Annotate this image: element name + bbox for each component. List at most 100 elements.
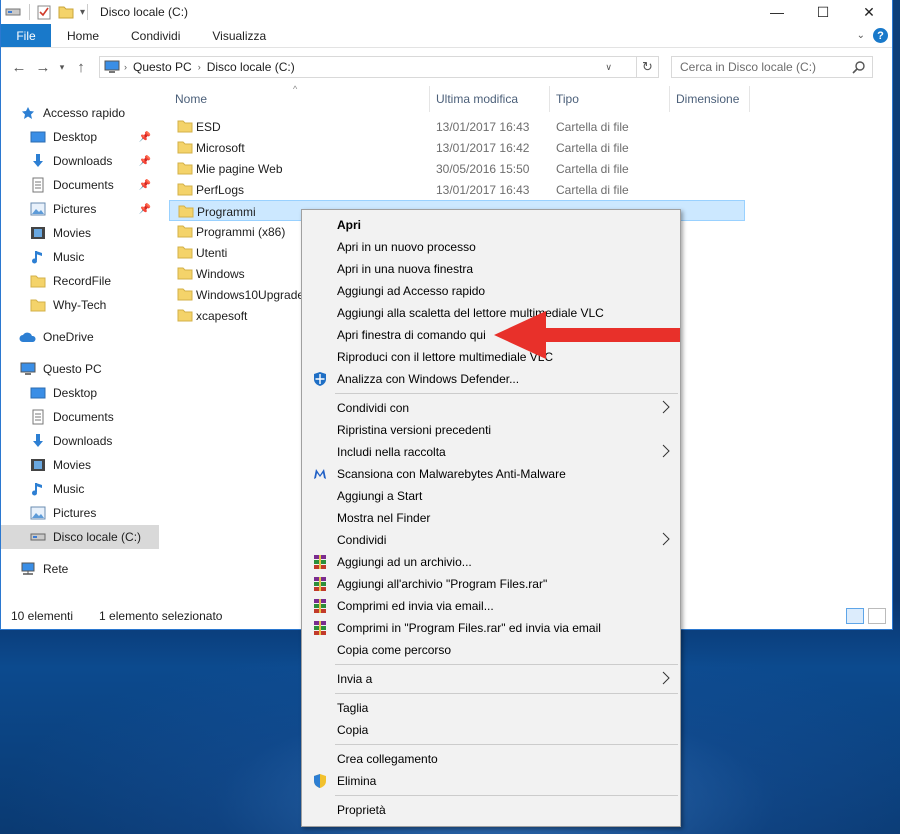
nav-quick-music[interactable]: Music	[1, 245, 159, 269]
column-header-name[interactable]: Nome	[175, 92, 207, 106]
file-type: Cartella di file	[556, 183, 629, 197]
nav-pc-pictures[interactable]: Pictures	[1, 501, 159, 525]
pin-icon[interactable]: 📌	[139, 204, 151, 215]
new-folder-icon[interactable]	[58, 4, 74, 20]
nav-this-pc[interactable]: Questo PC	[1, 357, 159, 381]
nav-pc-music[interactable]: Music	[1, 477, 159, 501]
menu-item-share-with[interactable]: Condividi con	[302, 397, 680, 419]
menu-item-properties[interactable]: Proprietà	[302, 799, 680, 821]
nav-quick-movies[interactable]: Movies	[1, 221, 159, 245]
menu-item-windows-defender[interactable]: Analizza con Windows Defender...	[302, 368, 680, 390]
nav-label: Questo PC	[43, 362, 102, 376]
folder-icon	[29, 297, 47, 313]
breadcrumb-this-pc[interactable]: Questo PC	[127, 60, 198, 74]
refresh-button[interactable]: ↻	[637, 56, 659, 78]
nav-quick-access[interactable]: Accesso rapido	[1, 101, 159, 125]
nav-quick-downloads[interactable]: Downloads 📌	[1, 149, 159, 173]
nav-pc-local-disk[interactable]: Disco locale (C:)	[1, 525, 159, 549]
menu-item-copy[interactable]: Copia	[302, 719, 680, 741]
toolbar-divider	[87, 4, 89, 20]
menu-label: Copia	[337, 723, 369, 737]
nav-onedrive[interactable]: OneDrive	[1, 325, 159, 349]
tab-view[interactable]: Visualizza	[196, 24, 282, 47]
breadcrumb-local-disk[interactable]: Disco locale (C:)	[201, 60, 301, 74]
pin-icon[interactable]: 📌	[139, 132, 151, 143]
nav-quick-desktop[interactable]: Desktop 📌	[1, 125, 159, 149]
expand-ribbon-chevron-icon[interactable]: ⌄	[857, 30, 865, 41]
menu-label: Comprimi in "Program Files.rar" ed invia…	[337, 621, 601, 635]
menu-item-add-archive[interactable]: Aggiungi ad un archivio...	[302, 551, 680, 573]
pin-icon[interactable]: 📌	[139, 180, 151, 191]
menu-item-show-finder[interactable]: Mostra nel Finder	[302, 507, 680, 529]
menu-item-restore-versions[interactable]: Ripristina versioni precedenti	[302, 419, 680, 441]
pin-icon[interactable]: 📌	[139, 156, 151, 167]
menu-item-open[interactable]: Apri	[302, 214, 680, 236]
menu-item-compress-email[interactable]: Comprimi ed invia via email...	[302, 595, 680, 617]
chevron-down-icon: ▾	[59, 61, 65, 72]
up-button[interactable]: ↑	[69, 55, 93, 79]
red-arrow-annotation	[494, 311, 680, 359]
details-view-icon[interactable]	[846, 608, 864, 624]
large-icons-view-icon[interactable]	[868, 608, 886, 624]
menu-label: Scansiona con Malwarebytes Anti-Malware	[337, 467, 566, 481]
nav-pc-desktop[interactable]: Desktop	[1, 381, 159, 405]
search-placeholder: Cerca in Disco locale (C:)	[680, 60, 817, 74]
menu-item-share[interactable]: Condividi	[302, 529, 680, 551]
column-divider[interactable]	[549, 86, 550, 112]
nav-pc-downloads[interactable]: Downloads	[1, 429, 159, 453]
menu-item-pin-start[interactable]: Aggiungi a Start	[302, 485, 680, 507]
table-row[interactable]: ESD 13/01/2017 16:43 Cartella di file	[169, 116, 892, 137]
nav-label: Documents	[53, 178, 114, 192]
nav-quick-documents[interactable]: Documents 📌	[1, 173, 159, 197]
menu-item-delete[interactable]: Elimina	[302, 770, 680, 792]
back-button[interactable]: ←	[7, 55, 31, 79]
tab-share[interactable]: Condividi	[115, 24, 196, 47]
maximize-button[interactable]: ☐	[800, 0, 846, 24]
tab-file[interactable]: File	[1, 24, 51, 47]
column-header-type[interactable]: Tipo	[556, 92, 579, 106]
column-divider[interactable]	[749, 86, 750, 112]
nav-quick-pictures[interactable]: Pictures 📌	[1, 197, 159, 221]
close-button[interactable]: ✕	[846, 0, 892, 24]
properties-icon[interactable]	[36, 4, 52, 20]
menu-item-open-new-window[interactable]: Apri in una nuova finestra	[302, 258, 680, 280]
table-row[interactable]: Mie pagine Web 30/05/2016 15:50 Cartella…	[169, 158, 892, 179]
search-input[interactable]: Cerca in Disco locale (C:)	[671, 56, 873, 78]
address-dropdown-chevron-icon[interactable]: ∨	[605, 62, 612, 73]
menu-item-malwarebytes[interactable]: Scansiona con Malwarebytes Anti-Malware	[302, 463, 680, 485]
customize-toolbar-chevron-icon[interactable]: ▾	[80, 7, 85, 18]
menu-item-pin-quick-access[interactable]: Aggiungi ad Accesso rapido	[302, 280, 680, 302]
nav-pc-documents[interactable]: Documents	[1, 405, 159, 429]
window-controls: — ☐ ✕	[754, 0, 892, 24]
column-header-size[interactable]: Dimensione	[676, 92, 739, 106]
menu-item-cut[interactable]: Taglia	[302, 697, 680, 719]
menu-item-include-library[interactable]: Includi nella raccolta	[302, 441, 680, 463]
menu-item-copy-path[interactable]: Copia come percorso	[302, 639, 680, 661]
recent-locations-button[interactable]: ▾	[55, 55, 69, 79]
table-row[interactable]: PerfLogs 13/01/2017 16:43 Cartella di fi…	[169, 179, 892, 200]
help-button[interactable]: ?	[873, 28, 888, 43]
nav-pc-movies[interactable]: Movies	[1, 453, 159, 477]
column-divider[interactable]	[669, 86, 670, 112]
nav-label: Documents	[53, 410, 114, 424]
network-icon	[19, 561, 37, 577]
address-bar[interactable]: › Questo PC › Disco locale (C:) ∨	[99, 56, 637, 78]
column-divider[interactable]	[429, 86, 430, 112]
menu-item-open-new-process[interactable]: Apri in un nuovo processo	[302, 236, 680, 258]
minimize-button[interactable]: —	[754, 0, 800, 24]
nav-label: Downloads	[53, 434, 113, 448]
tab-home[interactable]: Home	[51, 24, 115, 47]
table-row[interactable]: Microsoft 13/01/2017 16:42 Cartella di f…	[169, 137, 892, 158]
menu-item-add-program-files-rar[interactable]: Aggiungi all'archivio "Program Files.rar…	[302, 573, 680, 595]
drive-icon[interactable]	[5, 4, 21, 20]
nav-quick-why-tech[interactable]: Why-Tech	[1, 293, 159, 317]
column-header-modified[interactable]: Ultima modifica	[436, 92, 518, 106]
menu-label: Elimina	[337, 774, 377, 788]
menu-item-create-shortcut[interactable]: Crea collegamento	[302, 748, 680, 770]
menu-item-send-to[interactable]: Invia a	[302, 668, 680, 690]
menu-item-compress-rar-email[interactable]: Comprimi in "Program Files.rar" ed invia…	[302, 617, 680, 639]
menu-label: Condividi con	[337, 401, 410, 415]
forward-button[interactable]: →	[31, 55, 55, 79]
nav-quick-recordfile[interactable]: RecordFile	[1, 269, 159, 293]
nav-network[interactable]: Rete	[1, 557, 159, 581]
